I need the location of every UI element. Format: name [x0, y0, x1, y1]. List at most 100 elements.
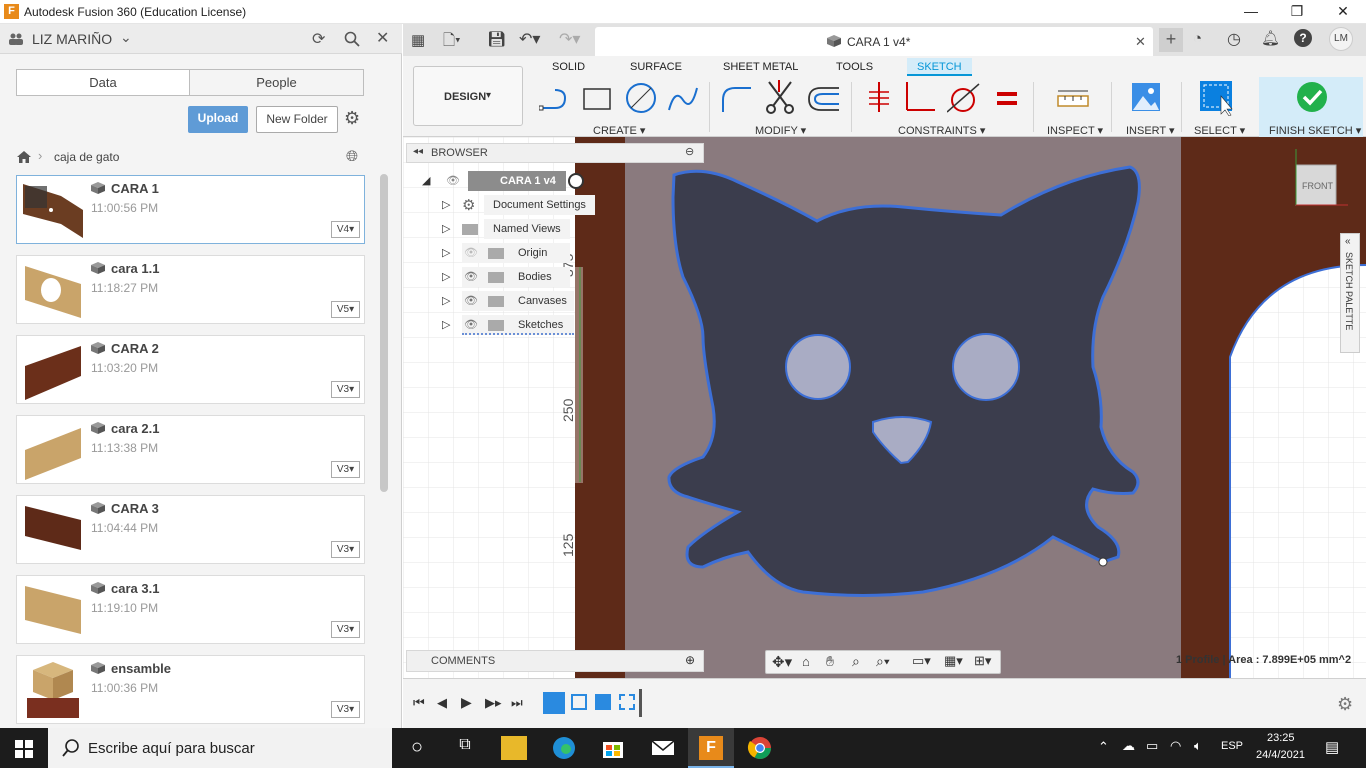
- version-dropdown[interactable]: V4▾: [331, 221, 360, 238]
- home-icon[interactable]: [16, 150, 32, 164]
- tray-chevron-icon[interactable]: ⌃: [1098, 739, 1109, 755]
- windows-start-icon[interactable]: [15, 740, 33, 758]
- tree-expand-arrow-icon[interactable]: ▷: [442, 267, 450, 287]
- fillet-tool-icon[interactable]: [719, 84, 753, 114]
- rectangle-tool-icon[interactable]: [581, 86, 613, 114]
- version-dropdown[interactable]: V5▾: [331, 301, 360, 318]
- eye-hidden-icon[interactable]: 👁︎: [464, 246, 478, 259]
- microsoft-store-icon[interactable]: [600, 736, 626, 760]
- play-icon[interactable]: ▶: [461, 694, 472, 711]
- user-avatar[interactable]: LM: [1329, 27, 1353, 51]
- comments-panel[interactable]: COMMENTS ⊕: [406, 650, 704, 672]
- coincident-constraint-icon[interactable]: [865, 82, 893, 114]
- file-card[interactable]: CARA 3 11:04:44 PM V3▾: [16, 495, 365, 564]
- extensions-icon[interactable]: ◔: [1193, 30, 1202, 47]
- workspace-switcher[interactable]: DESIGN ▾: [413, 66, 523, 126]
- file-card[interactable]: cara 2.1 11:13:38 PM V3▾: [16, 415, 365, 484]
- browser-node-bodies[interactable]: 👁︎ Bodies: [462, 267, 570, 287]
- app-grid-icon[interactable]: ▦: [411, 31, 425, 49]
- version-dropdown[interactable]: V3▾: [331, 701, 360, 718]
- step-forward-icon[interactable]: ▶▸: [485, 695, 502, 711]
- globe-icon[interactable]: 🌐︎: [346, 148, 358, 165]
- chrome-icon[interactable]: [747, 736, 773, 760]
- close-tab-icon[interactable]: ✕: [1135, 34, 1146, 50]
- browser-node-sketches[interactable]: 👁︎ Sketches: [462, 315, 574, 335]
- timeline-sketch-feature[interactable]: [543, 692, 565, 714]
- undo-icon[interactable]: ↶▾: [519, 29, 540, 49]
- timeline-feature[interactable]: [619, 694, 635, 710]
- viewports-icon[interactable]: ⊞▾: [974, 653, 991, 669]
- fit-zoom-icon[interactable]: ⌕▾: [876, 653, 890, 670]
- new-tab-icon[interactable]: +: [1159, 28, 1183, 52]
- insert-menu[interactable]: INSERT ▾: [1126, 124, 1175, 137]
- collapse-minus-icon[interactable]: ⊖: [685, 145, 694, 158]
- job-status-icon[interactable]: ◷: [1227, 29, 1241, 49]
- taskbar-search-box[interactable]: Escribe aquí para buscar: [48, 728, 392, 768]
- browser-node-document-settings[interactable]: Document Settings: [484, 195, 595, 215]
- line-tool-icon[interactable]: [539, 86, 571, 114]
- eye-icon[interactable]: 👁︎: [446, 174, 460, 187]
- gear-icon[interactable]: ⚙: [1337, 694, 1353, 715]
- display-settings-icon[interactable]: ▭▾: [912, 653, 931, 669]
- user-name[interactable]: LIZ MARIÑO: [32, 31, 112, 47]
- version-dropdown[interactable]: V3▾: [331, 541, 360, 558]
- create-menu[interactable]: CREATE ▾: [593, 124, 645, 137]
- timeline-marker[interactable]: [639, 689, 642, 717]
- version-dropdown[interactable]: V3▾: [331, 461, 360, 478]
- clock-date[interactable]: 24/4/2021: [1256, 749, 1305, 761]
- notifications-bell-icon[interactable]: 🔔︎: [1261, 29, 1280, 47]
- eye-icon[interactable]: 👁︎: [464, 294, 478, 307]
- edge-browser-icon[interactable]: [551, 736, 577, 760]
- file-card[interactable]: ensamble 11:00:36 PM V3▾: [16, 655, 365, 724]
- tree-expand-arrow-icon[interactable]: ▷: [442, 195, 450, 215]
- tree-collapse-arrow-icon[interactable]: ◢: [422, 171, 430, 191]
- new-folder-button[interactable]: New Folder: [256, 106, 338, 133]
- perpendicular-constraint-icon[interactable]: [903, 82, 937, 114]
- modify-menu[interactable]: MODIFY ▾: [755, 124, 806, 137]
- notifications-icon[interactable]: ▤: [1325, 738, 1339, 756]
- circle-tool-icon[interactable]: [625, 82, 657, 114]
- go-to-start-icon[interactable]: ⏮︎: [413, 695, 425, 711]
- grid-settings-icon[interactable]: ▦▾: [944, 653, 963, 669]
- inspect-menu[interactable]: INSPECT ▾: [1047, 124, 1103, 137]
- cortana-circle-icon[interactable]: ○: [404, 736, 430, 760]
- orbit-icon[interactable]: ✥▾: [772, 653, 792, 671]
- tab-tools[interactable]: TOOLS: [826, 58, 883, 76]
- onedrive-cloud-icon[interactable]: ☁︎: [1122, 738, 1135, 754]
- wifi-icon[interactable]: ◠: [1170, 738, 1181, 754]
- double-chevron-left-icon[interactable]: ◂◂: [413, 146, 423, 157]
- browser-node-canvases[interactable]: 👁︎ Canvases: [462, 291, 574, 311]
- minimize-button[interactable]: —: [1228, 0, 1274, 24]
- eye-icon[interactable]: 👁︎: [464, 318, 478, 331]
- language-indicator[interactable]: ESP: [1221, 740, 1243, 752]
- finish-sketch-button[interactable]: FINISH SKETCH ▾: [1259, 77, 1363, 137]
- mail-icon[interactable]: [650, 736, 676, 760]
- tab-sketch[interactable]: SKETCH: [907, 58, 972, 76]
- tab-surface[interactable]: SURFACE: [620, 58, 692, 76]
- pan-hand-icon[interactable]: ✋︎: [826, 653, 834, 670]
- zoom-icon[interactable]: ⌕: [852, 653, 860, 670]
- help-icon[interactable]: ?: [1294, 29, 1312, 47]
- timeline-feature[interactable]: [571, 694, 587, 710]
- select-menu[interactable]: SELECT ▾: [1194, 124, 1245, 137]
- file-card[interactable]: cara 1.1 11:18:27 PM V5▾: [16, 255, 365, 324]
- equal-constraint-icon[interactable]: [995, 90, 1019, 108]
- spline-tool-icon[interactable]: [667, 84, 699, 114]
- clock-time[interactable]: 23:25: [1267, 732, 1295, 744]
- add-comment-icon[interactable]: ⊕: [685, 653, 695, 667]
- insert-image-icon[interactable]: [1131, 82, 1161, 112]
- file-card[interactable]: CARA 1 11:00:56 PM V4▾: [16, 175, 365, 244]
- version-dropdown[interactable]: V3▾: [331, 621, 360, 638]
- chevron-down-icon[interactable]: ⌄: [120, 29, 132, 46]
- go-to-end-icon[interactable]: ⏭︎: [511, 695, 523, 711]
- gear-icon[interactable]: ⚙: [344, 108, 360, 129]
- tab-sheet-metal[interactable]: SHEET METAL: [713, 58, 808, 76]
- close-panel-icon[interactable]: ✕: [376, 28, 389, 48]
- double-chevron-left-icon[interactable]: «: [1345, 236, 1351, 247]
- constraints-menu[interactable]: CONSTRAINTS ▾: [898, 124, 985, 137]
- tab-solid[interactable]: SOLID: [542, 58, 595, 76]
- sketch-palette-collapsed[interactable]: « SKETCH PALETTE: [1340, 233, 1360, 353]
- tree-expand-arrow-icon[interactable]: ▷: [442, 291, 450, 311]
- step-back-icon[interactable]: ◀: [437, 695, 447, 711]
- file-card[interactable]: CARA 2 11:03:20 PM V3▾: [16, 335, 365, 404]
